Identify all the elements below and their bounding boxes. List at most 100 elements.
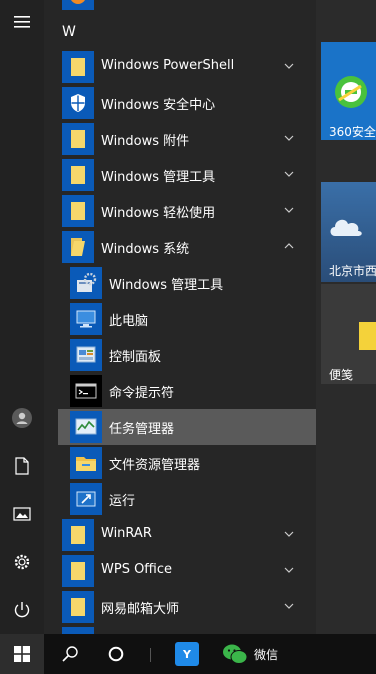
chevron-down-icon[interactable]	[282, 599, 296, 613]
admin-tools-tile	[70, 267, 102, 299]
hamburger-icon	[14, 16, 30, 28]
wechat-label: 微信	[254, 647, 279, 662]
app-windows-powershell[interactable]: Windows PowerShell	[58, 49, 316, 85]
system-item-admin-tools[interactable]: Windows 管理工具	[58, 265, 316, 301]
chevron-down-icon[interactable]	[282, 131, 296, 145]
windows-logo-icon	[14, 646, 30, 662]
chevron-down-icon[interactable]	[282, 59, 296, 73]
app-label: WPS Office	[101, 562, 173, 577]
this-pc-tile	[70, 303, 102, 335]
folder-tile	[62, 159, 94, 191]
app-label: Windows 管理工具	[109, 278, 224, 293]
app-logo-icon	[70, 0, 86, 4]
tile-sticky-notes[interactable]: 便笺	[321, 284, 376, 384]
system-item-command-prompt[interactable]: 命令提示符	[58, 373, 316, 409]
tile-label: 北京市西	[329, 264, 376, 278]
power-icon	[14, 602, 30, 618]
folder-tile	[62, 591, 94, 623]
app-tile-top-partial[interactable]	[62, 0, 94, 10]
app-label: Windows PowerShell	[101, 58, 235, 73]
folder-tile	[62, 195, 94, 227]
app-label: 此电脑	[109, 314, 149, 329]
tile-weather[interactable]: 北京市西	[321, 182, 376, 282]
settings-icon	[14, 554, 30, 570]
app-label: 运行	[109, 494, 136, 509]
system-item-file-explorer[interactable]: 文件资源管理器	[58, 445, 316, 481]
app-windows-ease-of-access[interactable]: Windows 轻松使用	[58, 193, 316, 229]
tile-360-security[interactable]: 360安全	[321, 42, 376, 140]
folder-icon	[71, 202, 85, 220]
folder-icon	[71, 526, 85, 544]
user-icon	[12, 408, 32, 428]
system-item-this-pc[interactable]: 此电脑	[58, 301, 316, 337]
folder-icon	[71, 130, 85, 148]
chevron-down-icon[interactable]	[282, 167, 296, 181]
folder-open-tile	[62, 231, 94, 263]
control-panel-icon	[76, 346, 96, 363]
app-tile-bottom-partial[interactable]	[62, 627, 94, 634]
expand-menu-button[interactable]	[0, 2, 44, 42]
app-yc-icon: Y	[175, 642, 199, 666]
folder-icon	[71, 166, 85, 184]
app-label: Windows 轻松使用	[101, 206, 216, 221]
cortana-button[interactable]	[96, 634, 136, 674]
tile-label: 360安全	[329, 125, 376, 139]
document-icon	[15, 457, 29, 475]
task-manager-icon	[75, 418, 97, 435]
live-tiles-panel: 360安全 北京市西 便笺	[316, 0, 376, 634]
file-explorer-icon	[76, 457, 96, 471]
app-windows-accessories[interactable]: Windows 附件	[58, 121, 316, 157]
app-label: 命令提示符	[109, 386, 175, 401]
file-explorer-tile	[70, 447, 102, 479]
taskbar-app-wechat[interactable]: 微信	[214, 634, 284, 674]
chevron-down-icon[interactable]	[282, 203, 296, 217]
app-windows-security[interactable]: Windows 安全中心	[58, 85, 316, 121]
cortana-icon	[108, 646, 124, 662]
command-prompt-tile	[70, 375, 102, 407]
start-left-rail	[0, 0, 44, 634]
app-list: W Windows PowerShell Windows 安全中心 Window…	[44, 0, 316, 634]
sticky-note-icon	[359, 322, 376, 350]
terminal-icon	[75, 383, 97, 399]
system-item-control-panel[interactable]: 控制面板	[58, 337, 316, 373]
documents-button[interactable]	[0, 446, 44, 486]
start-button[interactable]	[0, 634, 44, 674]
system-item-task-manager[interactable]: 任务管理器	[58, 409, 316, 445]
folder-icon	[71, 562, 85, 580]
app-label: 网易邮箱大师	[101, 602, 180, 617]
settings-button[interactable]	[0, 542, 44, 582]
tile-label: 便笺	[329, 368, 354, 382]
folder-tile	[62, 51, 94, 83]
task-manager-tile	[70, 411, 102, 443]
security-tile	[62, 87, 94, 119]
app-label: 文件资源管理器	[109, 458, 201, 473]
app-label: 任务管理器	[109, 422, 175, 437]
chevron-up-icon[interactable]	[282, 239, 296, 253]
start-menu-screen: W Windows PowerShell Windows 安全中心 Window…	[0, 0, 376, 674]
app-label: 控制面板	[109, 350, 162, 365]
weather-cloud-icon	[330, 219, 362, 236]
app-wps-office[interactable]: WPS Office	[58, 553, 316, 589]
app-netease-mail[interactable]: 网易邮箱大师	[58, 589, 316, 625]
chevron-down-icon[interactable]	[282, 563, 296, 577]
folder-icon	[71, 58, 85, 76]
app-winrar[interactable]: WinRAR	[58, 517, 316, 553]
folder-tile	[62, 123, 94, 155]
taskbar-app-yc[interactable]: Y	[168, 634, 206, 674]
app-windows-admin-tools[interactable]: Windows 管理工具	[58, 157, 316, 193]
user-account-button[interactable]	[0, 398, 44, 438]
computer-icon	[76, 310, 96, 328]
folder-icon	[71, 598, 85, 616]
app-windows-system[interactable]: Windows 系统	[58, 229, 316, 265]
folder-open-icon	[71, 238, 85, 256]
search-button[interactable]	[50, 634, 90, 674]
system-item-run[interactable]: 运行	[58, 481, 316, 517]
section-letter-w[interactable]: W	[62, 24, 76, 40]
taskbar-divider	[150, 648, 151, 662]
pictures-button[interactable]	[0, 494, 44, 534]
app-label: Windows 附件	[101, 134, 190, 149]
power-button[interactable]	[0, 590, 44, 630]
folder-tile	[62, 555, 94, 587]
chevron-down-icon[interactable]	[282, 527, 296, 541]
app-label: WinRAR	[101, 526, 152, 541]
